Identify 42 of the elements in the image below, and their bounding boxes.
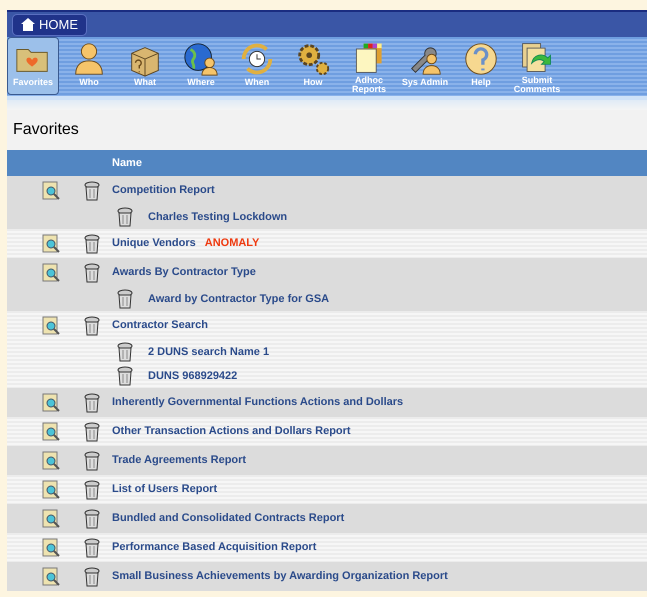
document-magnifier-icon[interactable] bbox=[42, 392, 62, 412]
trash-can-icon[interactable] bbox=[84, 316, 100, 336]
trash-can-icon[interactable] bbox=[117, 366, 133, 386]
trash-can-icon[interactable] bbox=[84, 422, 100, 442]
saved-search-link[interactable]: Award by Contractor Type for GSA bbox=[148, 290, 330, 308]
document-magnifier-icon[interactable] bbox=[42, 538, 62, 558]
document-magnifier-icon[interactable] bbox=[42, 180, 62, 200]
document-magnifier-icon[interactable] bbox=[42, 480, 62, 500]
document-magnifier-icon[interactable] bbox=[42, 422, 62, 442]
trash-can-icon[interactable] bbox=[84, 538, 100, 558]
document-magnifier-icon[interactable] bbox=[42, 508, 62, 528]
saved-search-link[interactable]: DUNS 968929422 bbox=[148, 368, 238, 384]
report-link[interactable]: Performance Based Acquisition Report bbox=[112, 539, 316, 556]
report-link[interactable]: Awards By Contractor Type bbox=[112, 264, 256, 281]
trash-can-icon[interactable] bbox=[84, 392, 100, 412]
document-magnifier-icon[interactable] bbox=[42, 234, 62, 254]
page-title: Favorites bbox=[7, 110, 647, 150]
house-icon bbox=[21, 18, 35, 31]
trash-can-icon[interactable] bbox=[84, 234, 100, 254]
document-magnifier-icon[interactable] bbox=[42, 316, 62, 336]
saved-search-link[interactable]: 2 DUNS search Name 1 bbox=[148, 344, 270, 360]
trash-can-icon[interactable] bbox=[84, 262, 100, 282]
report-link[interactable]: List of Users Report bbox=[112, 481, 218, 498]
trash-can-icon[interactable] bbox=[117, 207, 133, 227]
trash-can-icon[interactable] bbox=[84, 450, 100, 470]
trash-can-icon[interactable] bbox=[84, 480, 100, 500]
home-button[interactable]: HOME bbox=[12, 14, 87, 36]
trash-can-icon[interactable] bbox=[84, 508, 100, 528]
report-link[interactable]: Contractor Search bbox=[112, 317, 208, 334]
document-magnifier-icon[interactable] bbox=[42, 262, 62, 282]
document-magnifier-icon[interactable] bbox=[42, 566, 62, 586]
column-header: Name bbox=[112, 156, 142, 171]
trash-can-icon[interactable] bbox=[117, 342, 133, 362]
report-link[interactable]: Competition Report bbox=[112, 182, 215, 199]
trash-can-icon[interactable] bbox=[84, 566, 100, 586]
report-link[interactable]: Unique Vendors bbox=[112, 235, 196, 252]
saved-search-link[interactable]: Charles Testing Lockdown bbox=[148, 208, 288, 226]
document-magnifier-icon[interactable] bbox=[42, 450, 62, 470]
trash-can-icon[interactable] bbox=[117, 289, 133, 309]
trash-can-icon[interactable] bbox=[84, 180, 100, 200]
report-link[interactable]: Trade Agreements Report bbox=[112, 452, 246, 469]
status-label: ANOMALY bbox=[204, 236, 260, 252]
